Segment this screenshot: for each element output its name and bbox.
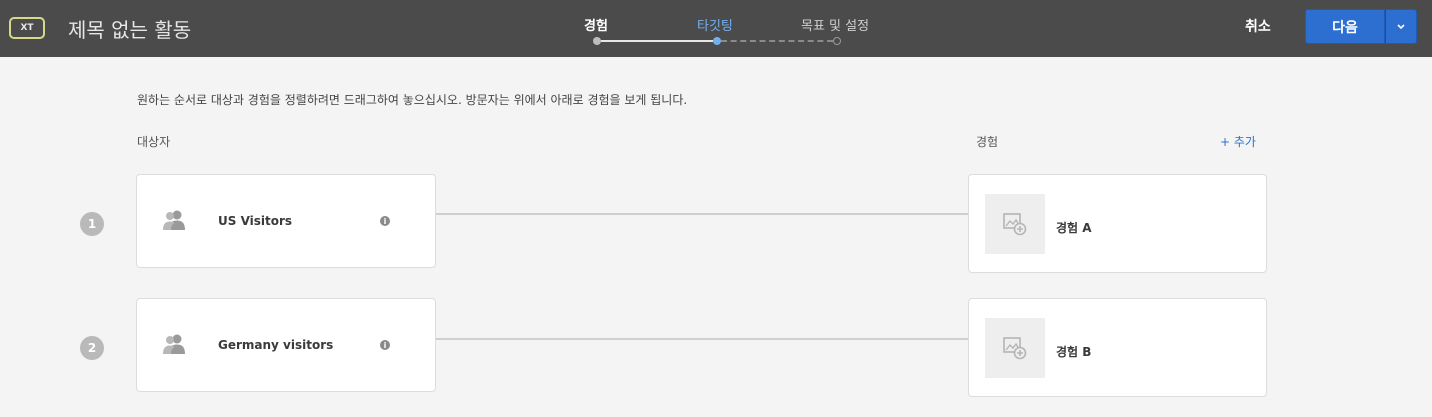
chevron-down-icon [1397,23,1405,29]
row-number-badge: 1 [80,212,104,236]
experience-thumbnail [985,318,1045,378]
row-number-badge: 2 [80,336,104,360]
step-goals-settings[interactable]: 목표 및 설정 [801,15,869,34]
experience-thumbnail [985,194,1045,254]
audience-icon [163,210,185,230]
image-add-icon [1003,213,1027,236]
experience-name: 경험 B [1056,345,1092,359]
step-progress-line-complete [601,40,713,42]
audience-card[interactable]: US Visitors i [136,174,436,268]
audience-experience-connector [436,213,969,215]
experience-name: 경험 A [1056,221,1092,235]
info-icon[interactable]: i [380,216,390,226]
next-dropdown-button[interactable] [1385,9,1417,44]
audience-name: US Visitors [218,214,293,228]
step-dot-pending [833,37,841,45]
info-icon[interactable]: i [380,340,390,350]
experiences-heading: 경험 [976,135,999,149]
add-experience-button[interactable]: + 추가 [1220,133,1256,150]
step-experiences[interactable]: 경험 [584,15,608,34]
audience-icon [163,334,185,354]
audience-card[interactable]: Germany visitors i [136,298,436,392]
next-button[interactable]: 다음 [1305,9,1385,44]
experience-card[interactable]: 경험 B [968,298,1267,397]
step-dot-current [713,37,721,45]
image-add-icon [1003,337,1027,360]
experience-card[interactable]: 경험 A [968,174,1267,273]
instruction-text: 원하는 순서로 대상과 경험을 정렬하려면 드래그하여 놓으십시오. 방문자는 … [137,93,688,107]
activity-title[interactable]: 제목 없는 활동 [68,14,191,43]
activity-type-badge: XT [9,17,45,39]
step-dot-completed [593,37,601,45]
audience-name: Germany visitors [218,338,334,352]
top-bar: XT 제목 없는 활동 경험 타깃팅 목표 및 설정 취소 다음 [0,0,1432,57]
cancel-button[interactable]: 취소 [1245,16,1271,36]
step-targeting[interactable]: 타깃팅 [697,15,733,34]
step-progress-line-pending [721,40,833,42]
audience-experience-connector [436,338,969,340]
audiences-heading: 대상자 [137,135,171,149]
